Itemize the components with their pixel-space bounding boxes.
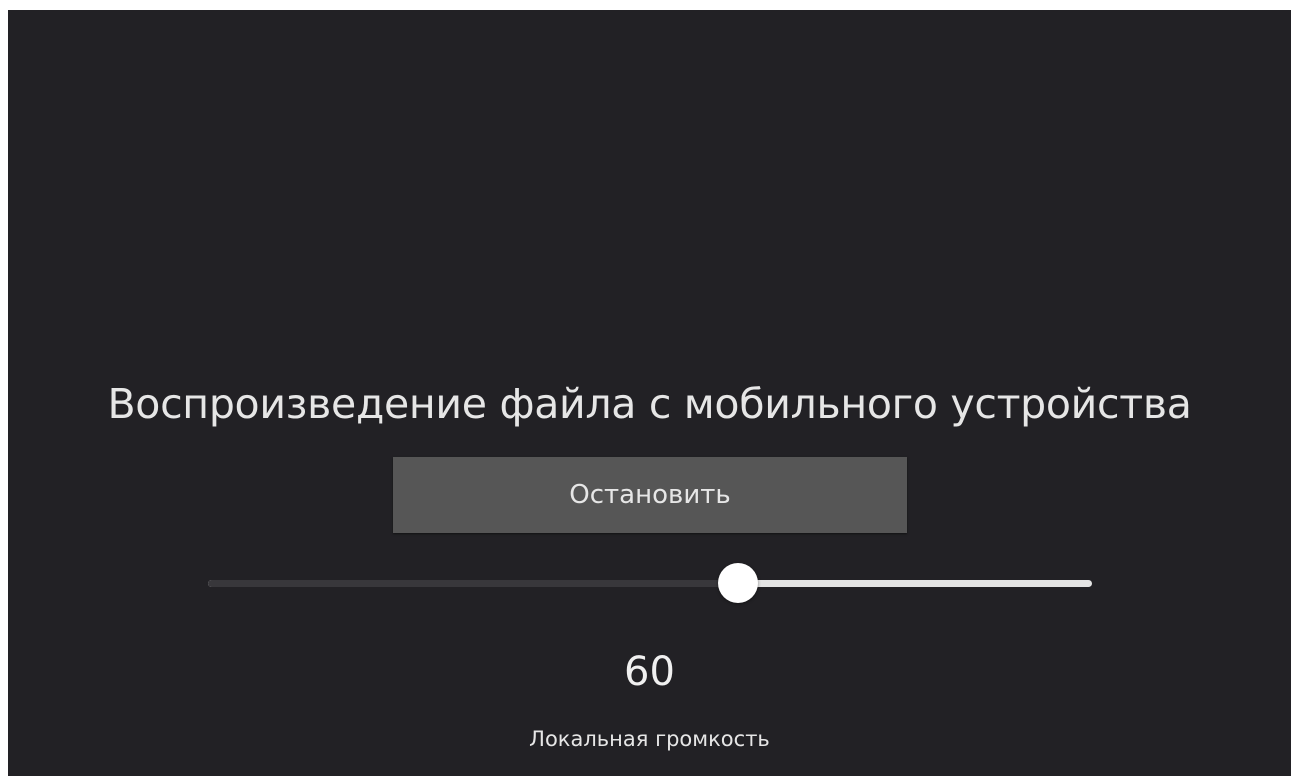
stop-button[interactable]: Остановить [393, 457, 907, 533]
local-volume-slider[interactable] [208, 563, 1092, 603]
slider-thumb[interactable] [718, 563, 759, 603]
playback-title: Воспроизведение файла с мобильного устро… [107, 380, 1192, 428]
volume-value: 60 [624, 649, 675, 695]
slider-fill [208, 580, 739, 587]
volume-label: Локальная громкость [529, 727, 770, 751]
media-player-screen: Воспроизведение файла с мобильного устро… [8, 10, 1291, 776]
